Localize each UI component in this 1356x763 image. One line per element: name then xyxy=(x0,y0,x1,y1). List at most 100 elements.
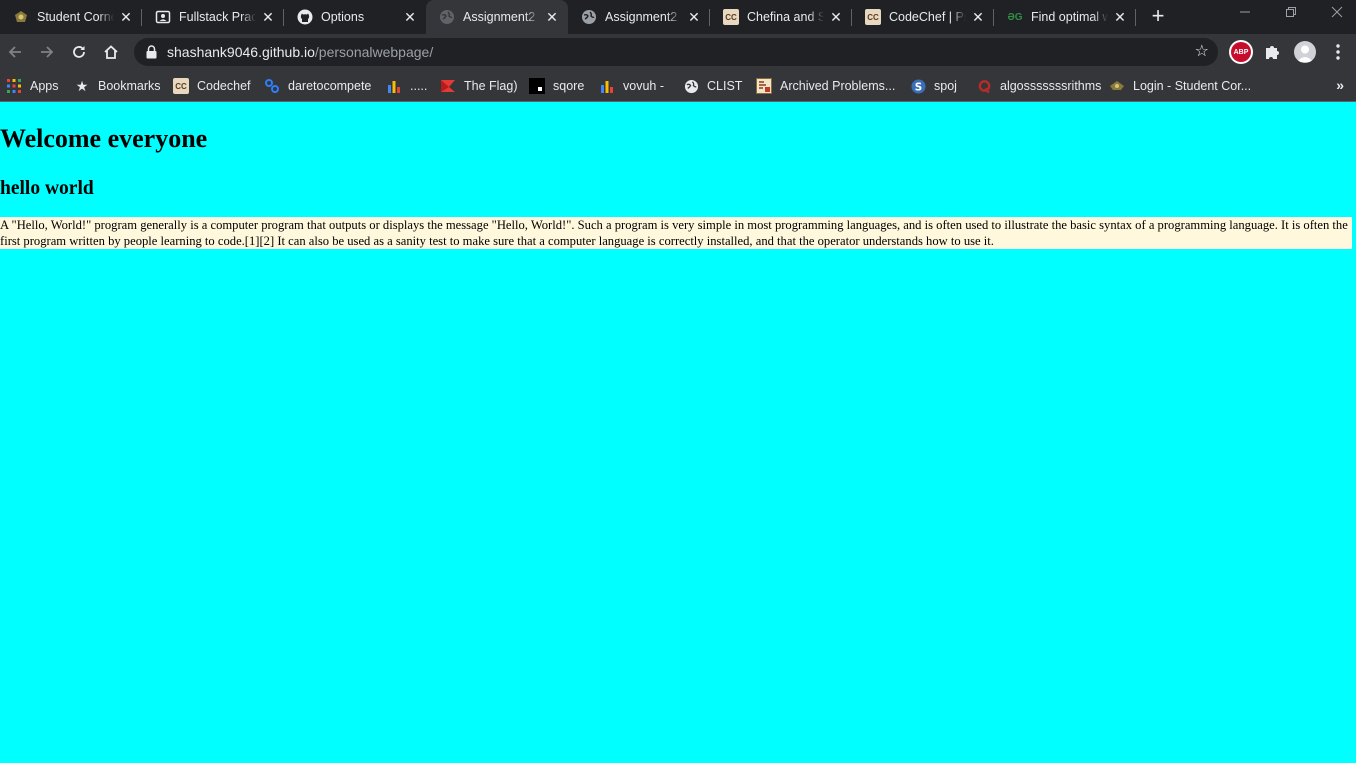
minimize-button[interactable] xyxy=(1222,0,1268,30)
page-heading: Welcome everyone xyxy=(0,124,208,153)
bookmark-item[interactable]: sqore xyxy=(529,75,584,97)
adblock-extension-button[interactable]: ABP xyxy=(1229,40,1253,64)
close-icon xyxy=(1331,6,1343,18)
bookmark-label: The Flag) xyxy=(464,79,518,93)
tab[interactable]: CC Chefina and Swap ✕ xyxy=(710,0,852,34)
codechef-icon: CC xyxy=(865,9,881,25)
contact-card-icon xyxy=(155,9,171,25)
page-subheading: hello world xyxy=(0,178,94,199)
toolbar: shashank9046.github.io/personalwebpage/ … xyxy=(0,34,1356,70)
globe-icon xyxy=(683,78,699,94)
home-button[interactable] xyxy=(99,40,123,64)
star-icon: ★ xyxy=(75,77,89,94)
bookmark-item[interactable]: Login - Student Cor... xyxy=(1109,75,1251,97)
tab-title: Options xyxy=(321,10,365,24)
url-path: /personalwebpage/ xyxy=(314,44,434,60)
more-options-icon[interactable] xyxy=(1330,43,1346,61)
bookmark-label: vovuh - xyxy=(623,79,664,93)
person-icon xyxy=(1297,45,1313,62)
tab[interactable]: Fullstack Practice ✕ xyxy=(142,0,284,34)
bookmark-item[interactable]: algosssssssrithms xyxy=(976,75,1101,97)
reload-button[interactable] xyxy=(67,40,91,64)
tab-title: Student Corner xyxy=(37,10,114,24)
tab-title: Assignment2 xyxy=(605,10,678,24)
close-icon[interactable]: ✕ xyxy=(544,9,560,25)
url-host: shashank9046.github.io xyxy=(167,44,315,60)
tab-title: CodeChef | Practice xyxy=(889,10,966,24)
hello-world-paragraph: A "Hello, World!" program generally is a… xyxy=(0,217,1352,249)
restore-icon xyxy=(1286,7,1296,17)
bookmark-label: Archived Problems... xyxy=(780,79,896,93)
globe-icon xyxy=(439,9,455,25)
address-bar[interactable]: shashank9046.github.io/personalwebpage/ … xyxy=(134,38,1218,66)
back-button[interactable] xyxy=(3,40,27,64)
extensions-puzzle-icon[interactable] xyxy=(1263,42,1283,62)
close-window-button[interactable] xyxy=(1314,0,1356,30)
restore-button[interactable] xyxy=(1268,0,1314,30)
minimize-icon xyxy=(1240,11,1250,13)
archive-icon xyxy=(756,78,772,94)
bookmarks-overflow-button[interactable]: » xyxy=(1336,77,1344,93)
close-icon[interactable]: ✕ xyxy=(260,9,276,25)
bookmark-item[interactable]: CC Codechef xyxy=(173,75,251,97)
reload-icon xyxy=(73,46,85,58)
bookmark-label: Bookmarks xyxy=(98,79,161,93)
tab-title: Chefina and Swap xyxy=(747,10,824,24)
quora-icon xyxy=(976,78,992,94)
bookmark-label: Codechef xyxy=(197,79,251,93)
gfg-icon: ƏG xyxy=(1007,11,1023,23)
codechef-icon: CC xyxy=(173,78,189,94)
bookmark-item[interactable]: ★ Bookmarks xyxy=(74,75,161,97)
bookmark-item[interactable]: ..... xyxy=(386,75,427,97)
bookmark-item[interactable]: vovuh - xyxy=(599,75,664,97)
bookmark-label: daretocompete xyxy=(288,79,372,93)
home-icon xyxy=(104,45,118,59)
tab[interactable]: CC CodeChef | Practice ✕ xyxy=(852,0,994,34)
bookmark-item[interactable]: S spoj xyxy=(910,75,957,97)
tab[interactable]: Student Corner ✕ xyxy=(0,0,142,34)
tab[interactable]: Options ✕ xyxy=(284,0,426,34)
bookmark-item[interactable]: The Flag) xyxy=(440,75,518,97)
student-crest-icon xyxy=(1109,78,1125,94)
spoj-icon: S xyxy=(910,78,926,94)
sqore-icon xyxy=(529,78,545,94)
lock-icon[interactable] xyxy=(146,45,158,59)
bookmark-item[interactable]: Archived Problems... xyxy=(756,75,895,97)
tab-title: Fullstack Practice xyxy=(179,10,256,24)
bookmark-label: sqore xyxy=(553,79,585,93)
new-tab-button[interactable]: + xyxy=(1147,5,1169,27)
github-icon xyxy=(297,9,313,25)
web-page-content: Welcome everyone hello world A "Hello, W… xyxy=(0,102,1356,763)
bar-chart-icon xyxy=(386,78,402,94)
tab-title: Find optimal weights xyxy=(1031,10,1108,24)
url-text[interactable]: shashank9046.github.io/personalwebpage/ xyxy=(167,44,433,60)
bookmark-label: CLIST xyxy=(707,79,743,93)
close-icon[interactable]: ✕ xyxy=(118,9,134,25)
close-icon[interactable]: ✕ xyxy=(402,9,418,25)
tab[interactable]: Assignment2 ✕ xyxy=(568,0,710,34)
profile-avatar[interactable] xyxy=(1294,41,1316,63)
close-icon[interactable]: ✕ xyxy=(686,9,702,25)
globe-icon xyxy=(581,9,597,25)
bookmark-label: ..... xyxy=(410,79,428,93)
bookmark-star-icon[interactable]: ☆ xyxy=(1195,44,1209,60)
svg-text:S: S xyxy=(914,81,921,93)
tab-separator xyxy=(1135,9,1136,26)
tab-active[interactable]: Assignment2 ✕ xyxy=(426,0,568,34)
close-icon[interactable]: ✕ xyxy=(1112,9,1128,25)
apps-grid-icon xyxy=(6,78,22,94)
tab[interactable]: ƏG Find optimal weights ✕ xyxy=(994,0,1136,34)
back-arrow-icon xyxy=(8,46,21,58)
forward-button[interactable] xyxy=(35,40,59,64)
abp-icon: ABP xyxy=(1231,42,1251,62)
bookmark-item[interactable]: CLIST xyxy=(683,75,742,97)
bookmark-label: algosssssssrithms xyxy=(1000,79,1102,93)
bookmark-apps[interactable]: Apps xyxy=(6,75,59,97)
close-icon[interactable]: ✕ xyxy=(970,9,986,25)
codechef-icon: CC xyxy=(723,9,739,25)
student-crest-icon xyxy=(13,9,29,25)
tab-title: Assignment2 xyxy=(463,10,536,24)
forward-arrow-icon xyxy=(41,46,54,58)
bookmark-item[interactable]: daretocompete xyxy=(264,75,371,97)
close-icon[interactable]: ✕ xyxy=(828,9,844,25)
